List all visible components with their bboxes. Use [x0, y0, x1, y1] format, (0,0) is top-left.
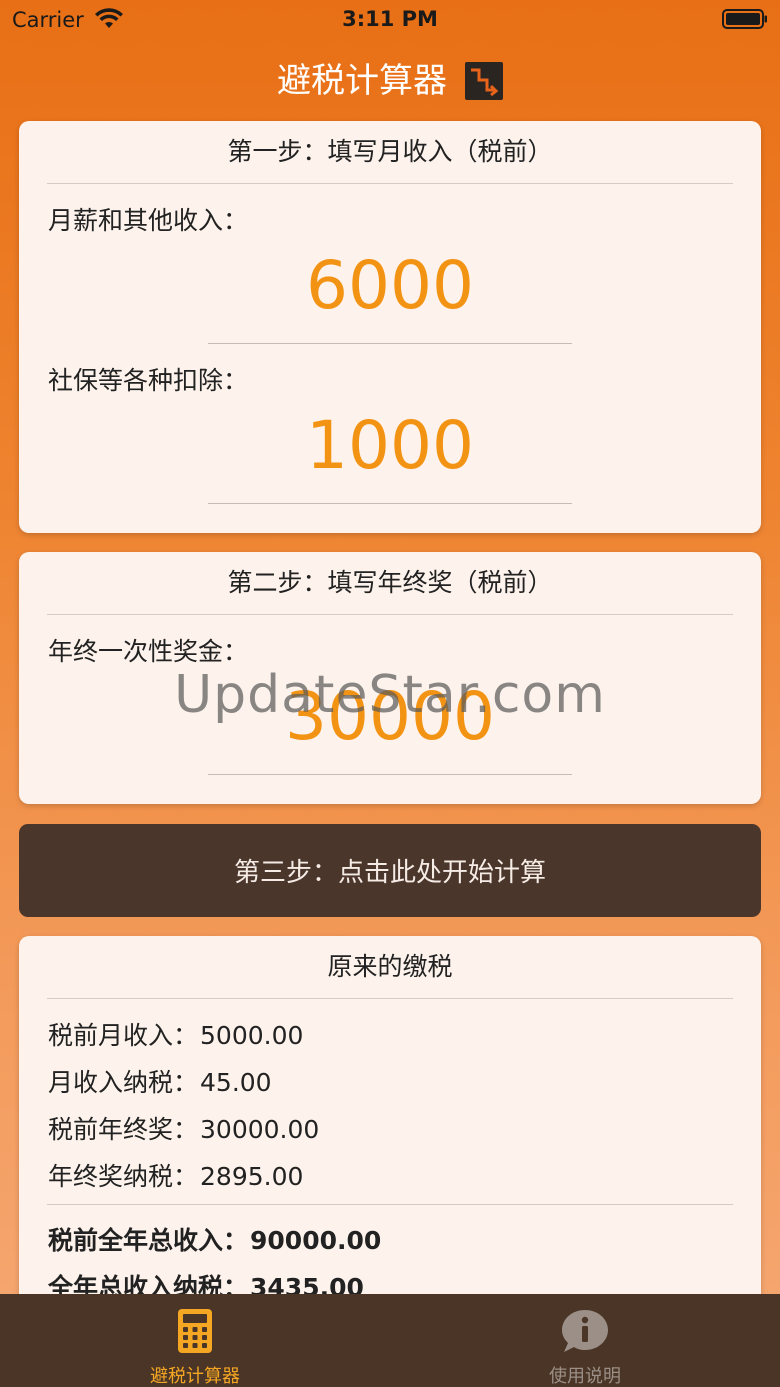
result-value: 30000.00 [200, 1115, 320, 1144]
result-value: 90000.00 [250, 1226, 382, 1255]
calculate-button[interactable]: 第三步：点击此处开始计算 [19, 824, 761, 917]
tab-instructions[interactable]: 使用说明 [390, 1294, 780, 1387]
result-row-bonus: 税前年终奖：30000.00 [48, 1110, 319, 1146]
salary-underline [208, 343, 572, 344]
result-label: 税前年终奖： [48, 1115, 199, 1144]
calculate-button-label: 第三步：点击此处开始计算 [233, 858, 546, 888]
result-value: 5000.00 [200, 1021, 304, 1050]
nav-bar: 避税计算器 [0, 56, 780, 106]
divider [47, 1204, 733, 1205]
app-logo-icon [465, 62, 503, 100]
result-value: 45.00 [200, 1068, 272, 1097]
calculator-icon [178, 1309, 212, 1353]
status-time: 3:11 PM [342, 7, 438, 31]
result-label: 月收入纳税： [48, 1068, 199, 1097]
battery-icon [722, 9, 767, 29]
bonus-input[interactable]: 30000 [19, 678, 761, 755]
step2-header: 第二步：填写年终奖（税前） [227, 568, 553, 597]
divider [47, 614, 733, 615]
deduction-input[interactable]: 1000 [19, 407, 761, 484]
divider [47, 998, 733, 999]
status-bar: Carrier 3:11 PM [0, 0, 780, 40]
tab-bar: 避税计算器 使用说明 [0, 1294, 780, 1387]
step1-header: 第一步：填写月收入（税前） [227, 137, 553, 166]
result-label: 年终奖纳税： [48, 1162, 199, 1191]
divider [47, 183, 733, 184]
info-bubble-icon [562, 1310, 608, 1352]
bonus-label: 年终一次性奖金： [48, 637, 249, 666]
step2-card: 第二步：填写年终奖（税前） 年终一次性奖金： 30000 [19, 552, 761, 804]
salary-label: 月薪和其他收入： [48, 206, 249, 235]
deduction-underline [208, 503, 572, 504]
deduction-label: 社保等各种扣除： [48, 366, 249, 395]
result-label: 税前月收入： [48, 1021, 199, 1050]
results-header: 原来的缴税 [327, 952, 453, 981]
bonus-underline [208, 774, 572, 775]
result-row-annual-income: 税前全年总收入：90000.00 [48, 1221, 381, 1257]
result-label: 税前全年总收入： [48, 1226, 249, 1255]
tab-label: 避税计算器 [150, 1366, 240, 1387]
tab-label: 使用说明 [549, 1366, 621, 1387]
result-value: 2895.00 [200, 1162, 304, 1191]
result-row-monthly-tax: 月收入纳税：45.00 [48, 1063, 272, 1099]
tab-calculator[interactable]: 避税计算器 [0, 1294, 390, 1387]
result-row-bonus-tax: 年终奖纳税：2895.00 [48, 1157, 303, 1193]
results-card: 原来的缴税 税前月收入：5000.00 月收入纳税：45.00 税前年终奖：30… [19, 936, 761, 1356]
step1-card: 第一步：填写月收入（税前） 月薪和其他收入： 6000 社保等各种扣除： 100… [19, 121, 761, 533]
page-title: 避税计算器 [277, 61, 447, 101]
result-row-monthly-income: 税前月收入：5000.00 [48, 1016, 303, 1052]
salary-input[interactable]: 6000 [19, 247, 761, 324]
